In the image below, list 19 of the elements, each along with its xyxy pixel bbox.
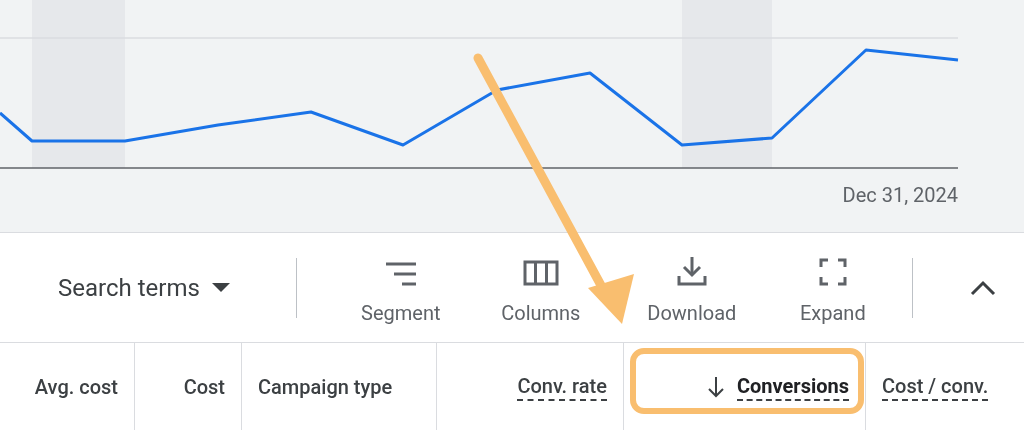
axis-label: Dec 31, 2024 [842,182,958,209]
column-header[interactable]: Conv. rate [517,372,607,401]
column-header[interactable]: Cost / conv. [882,372,989,401]
dropdown-caret-icon [211,282,230,293]
column-header[interactable]: Avg. cost [34,371,118,402]
download-button[interactable]: Download [621,247,762,328]
column-header[interactable]: Cost [183,371,225,402]
column-header[interactable]: Conversions [736,372,849,401]
search-terms-dropdown[interactable]: Search terms [58,269,230,306]
segment-button[interactable]: Segment [341,247,460,328]
expand-button[interactable]: Expand [767,247,898,328]
columns-icon [522,259,559,286]
fullscreen-icon [818,257,847,286]
segment-icon [383,261,418,286]
download-icon [676,255,707,286]
collapse-chevron-icon[interactable] [968,278,997,297]
columns-button[interactable]: Columns [465,247,616,328]
sort-arrow-icon[interactable] [706,375,725,398]
column-header[interactable]: Campaign type [258,371,393,402]
